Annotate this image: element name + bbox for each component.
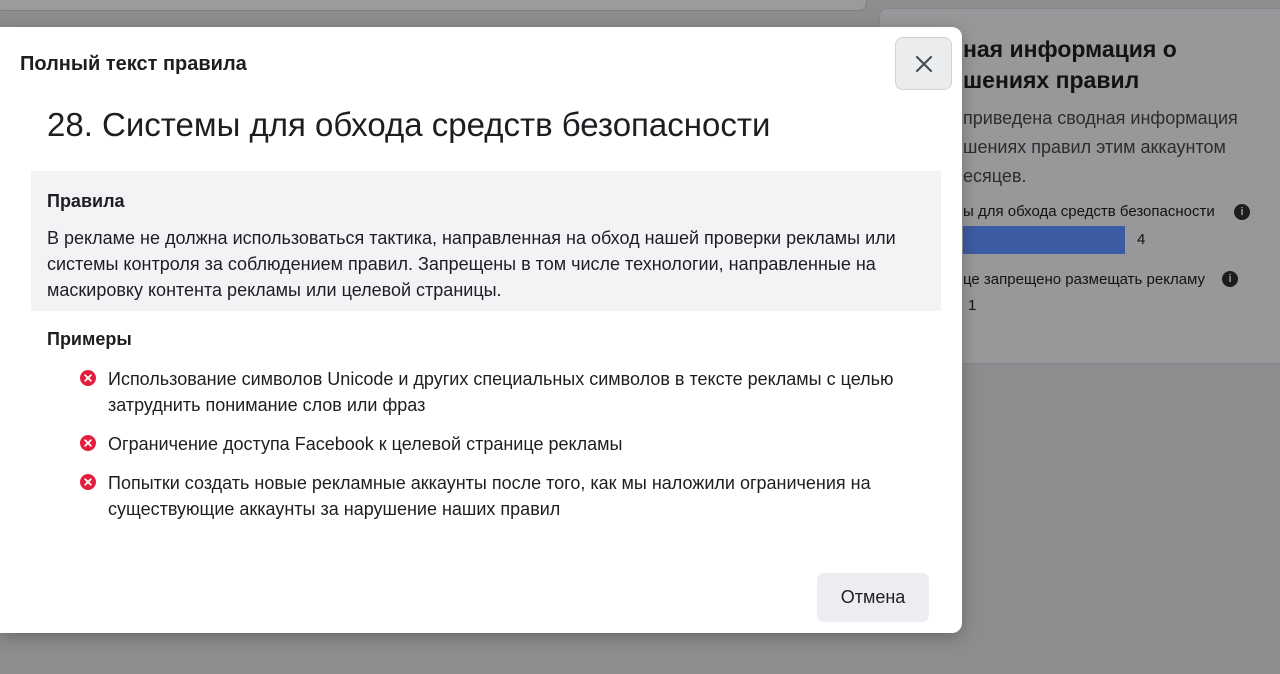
example-text: Ограничение доступа Facebook к целевой с… — [108, 434, 623, 454]
info-icon: i — [1234, 204, 1250, 220]
close-button[interactable] — [895, 37, 952, 90]
x-circle-icon — [80, 474, 96, 490]
background-panel-description-line: шениях правил этим аккаунтом — [963, 137, 1226, 157]
background-row-label: це запрещено размещать рекламу — [963, 271, 1206, 288]
background-panel-title-line: шениях правил — [963, 67, 1140, 93]
rules-section: Правила В рекламе не должна использовать… — [31, 171, 941, 311]
rules-text: В рекламе не должна использоваться такти… — [47, 228, 896, 300]
info-icon: i — [1222, 271, 1238, 287]
examples-heading: Примеры — [47, 329, 132, 349]
rules-heading: Правила — [47, 191, 125, 211]
violation-count-bar — [963, 226, 1125, 254]
background-panel-description-line: есяцев. — [963, 166, 1027, 186]
background-panel-title-line: ная информация о — [963, 36, 1177, 62]
cancel-button[interactable]: Отмена — [817, 573, 929, 622]
dialog-title: Полный текст правила — [20, 53, 247, 75]
example-text: Использование символов Unicode и других … — [108, 369, 894, 415]
close-icon — [915, 55, 932, 72]
rule-full-text-dialog: Полный текст правила 28. Системы для обх… — [0, 27, 962, 633]
rule-title: 28. Системы для обхода средств безопасно… — [47, 106, 771, 143]
background-card-left — [0, 0, 867, 11]
violation-count: 1 — [968, 297, 977, 314]
x-circle-icon — [80, 370, 96, 386]
background-panel-title: ная информация о шениях правил — [963, 34, 1280, 96]
background-panel-description: приведена сводная информация шениях прави… — [963, 104, 1280, 191]
violation-count: 4 — [1137, 231, 1146, 248]
example-text: Попытки создать новые рекламные аккаунты… — [108, 473, 871, 519]
x-circle-icon — [80, 435, 96, 451]
background-panel-description-line: приведена сводная информация — [963, 108, 1238, 128]
background-row-label: ы для обхода средств безопасности — [963, 203, 1215, 220]
